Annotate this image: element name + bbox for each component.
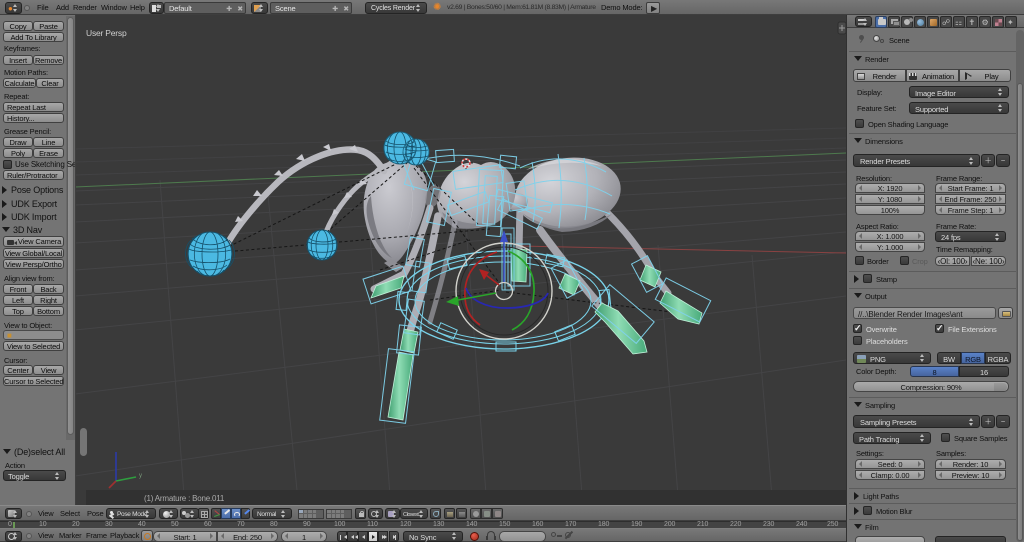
- svg-text:User Persp: User Persp: [86, 28, 127, 38]
- svg-text:y: y: [139, 473, 142, 479]
- svg-text:(1) Armature : Bone.011: (1) Armature : Bone.011: [144, 494, 225, 503]
